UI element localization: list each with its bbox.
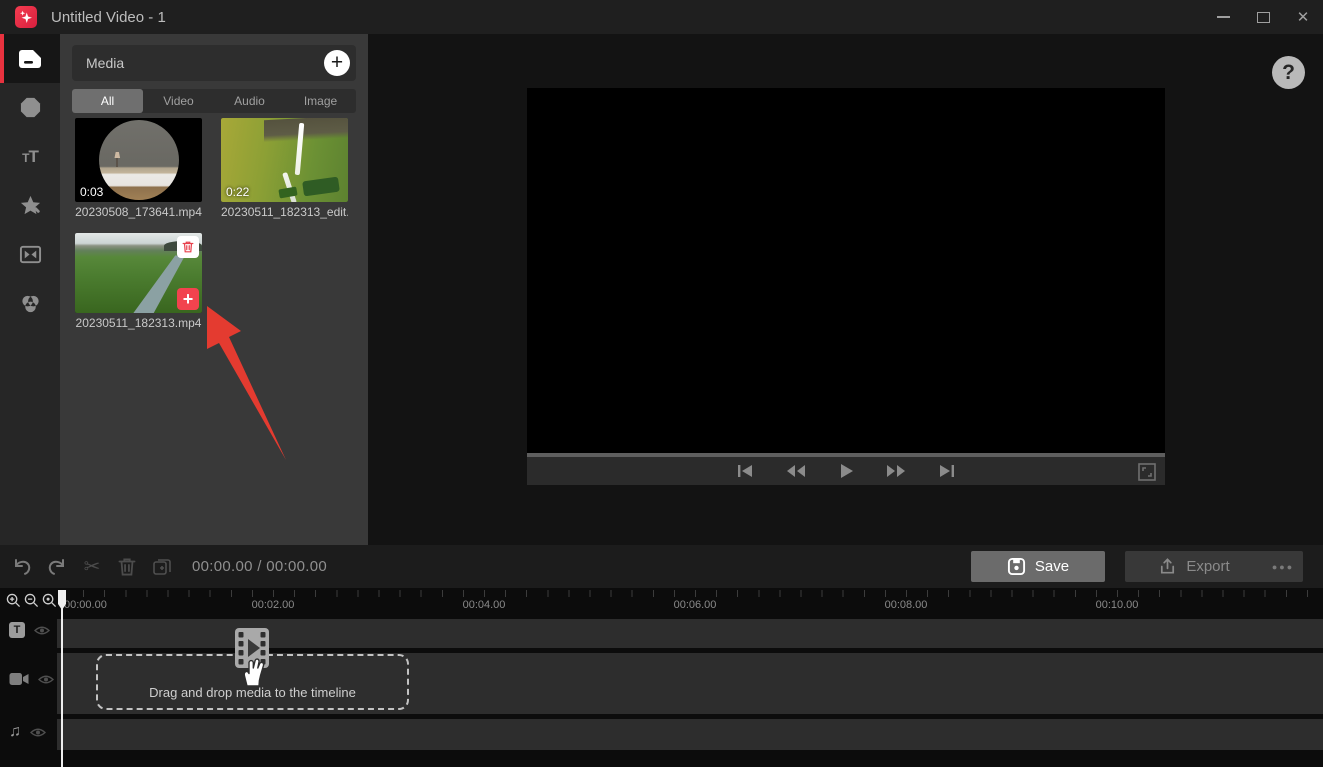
export-more-button[interactable]: ●●● — [1263, 562, 1303, 572]
fast-forward-button[interactable] — [885, 462, 907, 480]
cut-button[interactable]: ✂ — [80, 555, 104, 579]
audio-track[interactable] — [57, 719, 1323, 750]
close-button[interactable]: ✕ — [1283, 0, 1323, 34]
save-label: Save — [1035, 558, 1069, 575]
media-item: 0:22 20230511_182313_edit... — [221, 118, 348, 219]
media-panel-title: Media — [86, 55, 124, 71]
skip-end-button[interactable] — [937, 462, 957, 480]
ruler-label: 00:02.00 — [252, 599, 295, 611]
timeline: 00:00.00 00:02.00 00:04.00 00:06.00 00:0… — [0, 588, 1323, 767]
preview-area: ? — [368, 34, 1323, 545]
media-filename: 20230508_173641.mp4 — [75, 205, 202, 219]
duplicate-button[interactable] — [150, 555, 174, 579]
window-controls: ✕ — [1203, 0, 1323, 34]
window-title: Untitled Video - 1 — [51, 9, 166, 26]
trash-icon — [181, 240, 195, 254]
transitions-icon — [19, 243, 42, 266]
ruler-label: 00:10.00 — [1096, 599, 1139, 611]
save-button[interactable]: Save — [971, 551, 1105, 582]
ruler-label: 00:00.00 — [64, 599, 107, 611]
media-item: + 20230511_182313.mp4 — [75, 233, 202, 330]
fullscreen-button[interactable] — [1137, 462, 1157, 482]
sidebar-item-transitions[interactable] — [0, 230, 60, 279]
text-icon: TT — [22, 147, 38, 167]
delete-media-button[interactable] — [177, 236, 199, 258]
zoom-in-icon[interactable] — [6, 593, 21, 608]
media-icon — [17, 47, 43, 71]
sidebar-item-media[interactable] — [0, 34, 60, 83]
add-to-timeline-button[interactable]: + — [177, 288, 199, 310]
ruler-label: 00:08.00 — [885, 599, 928, 611]
skip-start-button[interactable] — [735, 462, 755, 480]
text-track-icon: T — [9, 622, 25, 638]
timeline-zoom-tools — [0, 588, 57, 608]
zoom-out-icon[interactable] — [24, 593, 39, 608]
video-canvas — [527, 88, 1165, 453]
ruler-label: 00:06.00 — [674, 599, 717, 611]
play-button[interactable] — [837, 462, 855, 480]
tab-image[interactable]: Image — [285, 89, 356, 113]
timecode-display: 00:00.00 / 00:00.00 — [192, 558, 327, 575]
maximize-button[interactable] — [1243, 0, 1283, 34]
delete-button[interactable] — [115, 555, 139, 579]
app-logo-icon — [15, 6, 37, 28]
media-thumbnail[interactable]: + — [75, 233, 202, 313]
add-media-button[interactable]: + — [324, 50, 350, 76]
export-button[interactable]: Export ●●● — [1125, 551, 1303, 582]
help-button[interactable]: ? — [1272, 56, 1305, 89]
export-main[interactable]: Export — [1125, 557, 1263, 576]
media-panel: Media + All Video Audio Image 0:03 20230… — [60, 34, 368, 545]
media-filename: 20230511_182313_edit... — [221, 205, 348, 219]
shapes-icon — [19, 96, 42, 119]
audio-track-header: ♫ — [9, 723, 46, 741]
tab-video[interactable]: Video — [143, 89, 214, 113]
media-thumbnail[interactable]: 0:03 — [75, 118, 202, 202]
media-thumbnail[interactable]: 0:22 — [221, 118, 348, 202]
playhead-line[interactable] — [61, 590, 63, 767]
hand-cursor-icon — [238, 654, 268, 688]
media-panel-header: Media + — [72, 45, 356, 81]
media-tabs: All Video Audio Image — [72, 89, 356, 113]
media-item: 0:03 20230508_173641.mp4 — [75, 118, 202, 219]
sidebar-item-effects[interactable] — [0, 181, 60, 230]
export-label: Export — [1186, 558, 1229, 575]
title-bar: Untitled Video - 1 ✕ — [0, 0, 1323, 34]
save-icon — [1007, 557, 1026, 576]
zoom-fit-icon[interactable] — [42, 593, 57, 608]
sidebar-item-filters[interactable] — [0, 279, 60, 328]
sidebar-item-elements[interactable] — [0, 83, 60, 132]
duration-badge: 0:22 — [226, 185, 249, 199]
minimize-button[interactable] — [1203, 0, 1243, 34]
redo-button[interactable] — [45, 555, 69, 579]
filters-icon — [19, 292, 42, 315]
text-track-header: T — [9, 622, 50, 638]
app-window: Untitled Video - 1 ✕ TT — [0, 0, 1323, 767]
video-track-header — [9, 672, 54, 686]
visibility-eye-icon[interactable] — [38, 674, 54, 685]
edit-tool-icons: ✂ — [10, 555, 174, 579]
undo-button[interactable] — [10, 555, 34, 579]
media-filename: 20230511_182313.mp4 — [75, 316, 202, 330]
music-note-icon: ♫ — [9, 723, 21, 741]
ruler-ticks — [62, 590, 1323, 597]
sidebar: TT — [0, 34, 60, 545]
ruler-label: 00:04.00 — [463, 599, 506, 611]
thumbnail-image — [99, 120, 179, 200]
tab-audio[interactable]: Audio — [214, 89, 285, 113]
video-camera-icon — [9, 672, 29, 686]
sidebar-item-text[interactable]: TT — [0, 132, 60, 181]
visibility-eye-icon[interactable] — [34, 625, 50, 636]
playback-control-bar — [527, 453, 1165, 485]
timeline-ruler[interactable]: 00:00.00 00:02.00 00:04.00 00:06.00 00:0… — [57, 588, 1323, 618]
rewind-button[interactable] — [785, 462, 807, 480]
duration-badge: 0:03 — [80, 185, 103, 199]
effects-star-icon — [19, 194, 42, 217]
transport-controls — [527, 457, 1165, 485]
export-icon — [1158, 557, 1177, 576]
tab-all[interactable]: All — [72, 89, 143, 113]
timeline-gutter: T ♫ — [0, 588, 57, 767]
visibility-eye-icon[interactable] — [30, 727, 46, 738]
